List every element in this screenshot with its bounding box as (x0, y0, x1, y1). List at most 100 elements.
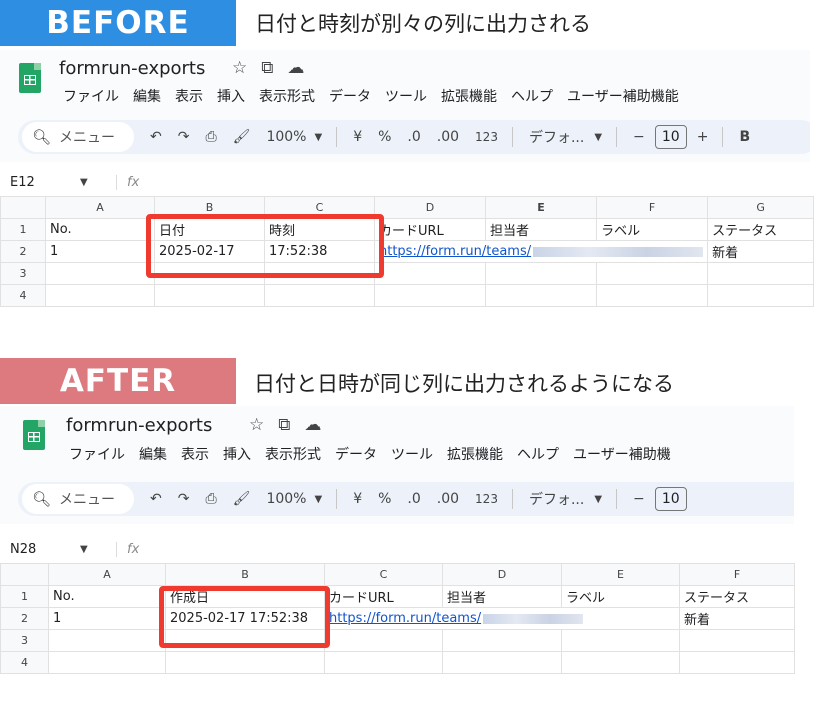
move-folder-icon[interactable]: ⧉ (278, 415, 290, 435)
menu-item[interactable]: ツール (385, 86, 427, 106)
increase-decimal-button[interactable]: .00 (437, 491, 459, 507)
cell[interactable]: 作成日 (165, 585, 325, 608)
row-header[interactable]: 4 (0, 284, 46, 307)
cell[interactable] (48, 629, 166, 652)
undo-icon[interactable]: ↶ (150, 129, 162, 145)
print-icon[interactable]: ⎙ (205, 129, 216, 145)
decrease-font-size-button[interactable]: − (633, 491, 645, 507)
zoom-select[interactable]: 100% (266, 129, 306, 145)
sheets-logo-icon[interactable] (23, 420, 45, 450)
cell[interactable] (373, 284, 487, 307)
row-header[interactable]: 1 (0, 585, 49, 608)
cell[interactable] (154, 262, 265, 285)
column-header[interactable]: C (324, 563, 443, 586)
select-all-corner[interactable] (0, 563, 49, 586)
column-header[interactable]: F (679, 563, 795, 586)
cell[interactable]: No. (45, 218, 155, 241)
decrease-font-size-button[interactable]: − (633, 129, 645, 145)
row-header[interactable]: 3 (0, 629, 49, 652)
font-size-input[interactable]: 10 (654, 487, 687, 511)
cell[interactable]: カードURL (324, 585, 443, 608)
more-formats-button[interactable]: 123 (475, 492, 498, 506)
bold-button[interactable]: B (739, 129, 750, 145)
percent-format-button[interactable]: % (378, 491, 391, 507)
menu-item[interactable]: 表示形式 (259, 86, 315, 106)
row-header[interactable]: 2 (0, 607, 49, 630)
cell[interactable] (264, 284, 375, 307)
cell[interactable] (442, 651, 562, 674)
star-icon[interactable]: ☆ (249, 415, 264, 435)
increase-font-size-button[interactable]: + (697, 129, 709, 145)
percent-format-button[interactable]: % (378, 129, 391, 145)
cell[interactable] (48, 651, 166, 674)
currency-format-button[interactable]: ¥ (353, 129, 362, 145)
cell[interactable]: 新着 (707, 240, 815, 263)
row-header[interactable]: 1 (0, 218, 46, 241)
chevron-down-icon[interactable]: ▼ (314, 494, 322, 505)
chevron-down-icon[interactable]: ▼ (594, 494, 602, 505)
column-header[interactable]: D (373, 196, 487, 219)
menu-item[interactable]: 表示 (175, 86, 203, 106)
column-header[interactable]: A (48, 563, 166, 586)
menu-item[interactable]: ヘルプ (511, 86, 553, 106)
font-select[interactable]: デフォ... (529, 489, 584, 509)
cell[interactable]: 担当者 (442, 585, 562, 608)
menu-search[interactable]: 🔍︎ メニュー (22, 122, 134, 152)
cell[interactable] (707, 284, 815, 307)
menu-search[interactable]: 🔍︎ メニュー (22, 484, 134, 514)
star-icon[interactable]: ☆ (232, 58, 247, 78)
paint-format-icon[interactable]: 🖌︎ (233, 129, 251, 145)
cell[interactable] (485, 262, 598, 285)
cloud-status-icon[interactable]: ☁ (287, 58, 304, 78)
name-box[interactable]: E12 (0, 175, 80, 190)
cell[interactable] (45, 284, 155, 307)
cell[interactable] (324, 651, 443, 674)
chevron-down-icon[interactable]: ▼ (314, 132, 322, 143)
card-url-cell[interactable]: https://form.run/teams/ (373, 240, 709, 263)
decrease-decimal-button[interactable]: .0 (407, 129, 420, 145)
cell[interactable] (264, 262, 375, 285)
column-header[interactable]: G (707, 196, 815, 219)
menu-item[interactable]: ヘルプ (517, 444, 559, 464)
redo-icon[interactable]: ↷ (178, 491, 190, 507)
menu-item[interactable]: 編集 (139, 444, 167, 464)
cell[interactable] (679, 651, 795, 674)
column-header[interactable]: B (154, 196, 265, 219)
menu-item[interactable]: 拡張機能 (441, 86, 497, 106)
sheets-logo-icon[interactable] (19, 63, 41, 93)
cell[interactable] (561, 651, 680, 674)
menu-item[interactable]: ユーザー補助機能 (567, 86, 679, 106)
cloud-status-icon[interactable]: ☁ (304, 415, 321, 435)
cell[interactable]: 担当者 (485, 218, 598, 241)
column-header[interactable]: A (45, 196, 155, 219)
cell[interactable] (373, 262, 487, 285)
cell[interactable]: カードURL (373, 218, 487, 241)
increase-decimal-button[interactable]: .00 (437, 129, 459, 145)
card-url-link[interactable]: https://form.run/teams/ (329, 611, 481, 626)
cell[interactable]: 時刻 (264, 218, 375, 241)
chevron-down-icon[interactable]: ▼ (594, 132, 602, 143)
menu-item[interactable]: 挿入 (217, 86, 245, 106)
cell[interactable] (679, 629, 795, 652)
cell[interactable]: No. (48, 585, 166, 608)
menu-item[interactable]: データ (329, 86, 371, 106)
document-title[interactable]: formrun-exports (59, 58, 205, 79)
cell[interactable] (165, 651, 325, 674)
undo-icon[interactable]: ↶ (150, 491, 162, 507)
cell[interactable] (165, 629, 325, 652)
cell[interactable] (485, 284, 598, 307)
cell[interactable] (45, 262, 155, 285)
select-all-corner[interactable] (0, 196, 46, 219)
name-box[interactable]: N28 (0, 542, 80, 557)
column-header[interactable]: C (264, 196, 375, 219)
column-header[interactable]: E (485, 196, 598, 219)
paint-format-icon[interactable]: 🖌︎ (233, 491, 251, 507)
cell[interactable] (154, 284, 265, 307)
menu-item[interactable]: ユーザー補助機 (573, 444, 671, 464)
move-folder-icon[interactable]: ⧉ (261, 58, 273, 78)
column-header[interactable]: B (165, 563, 325, 586)
menu-item[interactable]: 表示形式 (265, 444, 321, 464)
cell[interactable] (596, 262, 709, 285)
cell[interactable]: ラベル (596, 218, 709, 241)
cell[interactable] (324, 629, 443, 652)
